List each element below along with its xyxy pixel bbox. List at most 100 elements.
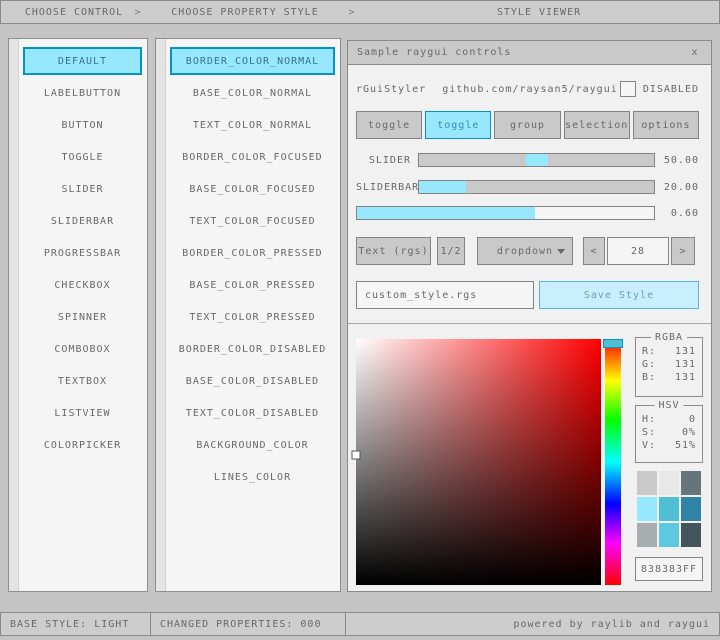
list-item-lines-color[interactable]: LINES_COLOR <box>170 463 335 491</box>
progressbar-value: 0.60 <box>655 208 699 219</box>
list-item-border-color-focused[interactable]: BORDER_COLOR_FOCUSED <box>170 143 335 171</box>
list-item-text-color-pressed[interactable]: TEXT_COLOR_PRESSED <box>170 303 335 331</box>
repo-link[interactable]: github.com/raysan5/raygui <box>442 84 618 95</box>
hsv-row-s: S: 0% <box>636 426 702 439</box>
list-item-textbox[interactable]: TEXTBOX <box>23 367 142 395</box>
properties-list-items: BORDER_COLOR_NORMAL BASE_COLOR_NORMAL TE… <box>170 47 335 495</box>
chevron-right-icon: > <box>131 1 145 23</box>
toggle-group-item-1[interactable]: toggle <box>356 111 422 139</box>
hsv-row-v: V: 51% <box>636 439 702 452</box>
list-item-base-color-disabled[interactable]: BASE_COLOR_DISABLED <box>170 367 335 395</box>
statusbar: BASE STYLE: LIGHT CHANGED PROPERTIES: 00… <box>0 612 720 636</box>
hsv-row-h: H: 0 <box>636 413 702 426</box>
s-label: S: <box>642 427 656 438</box>
progressbar-fill <box>357 207 535 219</box>
s-value: 0% <box>682 427 696 438</box>
list-item-default[interactable]: DEFAULT <box>23 47 142 75</box>
palette-swatch[interactable] <box>681 497 701 521</box>
hex-color-input[interactable]: 838383FF <box>635 557 703 581</box>
list-item-slider[interactable]: SLIDER <box>23 175 142 203</box>
palette-swatch[interactable] <box>659 497 679 521</box>
list-item-checkbox[interactable]: CHECKBOX <box>23 271 142 299</box>
topbar-choose-property-style: CHOOSE PROPERTY STYLE <box>145 1 345 23</box>
palette-swatch[interactable] <box>637 497 657 521</box>
list-item-listview[interactable]: LISTVIEW <box>23 399 142 427</box>
styler-label: rGuiStyler <box>356 84 426 95</box>
close-icon[interactable]: x <box>688 46 702 60</box>
save-style-button[interactable]: Save Style <box>539 281 699 309</box>
b-label: B: <box>642 372 656 383</box>
spinner-increment-button[interactable]: > <box>671 237 695 265</box>
list-item-border-color-normal[interactable]: BORDER_COLOR_NORMAL <box>170 47 335 75</box>
color-picker-marker[interactable] <box>353 451 360 458</box>
toggle-group-item-5[interactable]: options <box>633 111 699 139</box>
rgba-row-r: R: 131 <box>636 345 702 358</box>
list-item-toggle[interactable]: TOGGLE <box>23 143 142 171</box>
list-item-progressbar[interactable]: PROGRESSBAR <box>23 239 142 267</box>
style-color-palette <box>637 471 703 547</box>
list-item-labelbutton[interactable]: LABELBUTTON <box>23 79 142 107</box>
palette-swatch[interactable] <box>681 523 701 547</box>
disabled-checkbox[interactable] <box>620 81 636 97</box>
rgba-title: RGBA <box>651 332 687 343</box>
list-item-sliderbar[interactable]: SLIDERBAR <box>23 207 142 235</box>
list-item-base-color-normal[interactable]: BASE_COLOR_NORMAL <box>170 79 335 107</box>
color-picker-sv-area[interactable] <box>356 339 601 585</box>
slider-value: 50.00 <box>655 155 699 166</box>
list-item-base-color-pressed[interactable]: BASE_COLOR_PRESSED <box>170 271 335 299</box>
rgba-row-g: G: 131 <box>636 358 702 371</box>
list-item-background-color[interactable]: BACKGROUND_COLOR <box>170 431 335 459</box>
disabled-checkbox-label: DISABLED <box>643 84 699 95</box>
slider-handle[interactable] <box>526 154 548 166</box>
list-item-button[interactable]: BUTTON <box>23 111 142 139</box>
controls-list-items: DEFAULT LABELBUTTON BUTTON TOGGLE SLIDER… <box>23 47 142 463</box>
spinner-decrement-button[interactable]: < <box>583 237 605 265</box>
toggle-group-item-3[interactable]: group <box>494 111 560 139</box>
divider <box>348 323 711 324</box>
hsv-title: HSV <box>654 400 683 411</box>
list-item-spinner[interactable]: SPINNER <box>23 303 142 331</box>
list-item-border-color-disabled[interactable]: BORDER_COLOR_DISABLED <box>170 335 335 363</box>
hue-selector[interactable] <box>603 339 623 348</box>
list-item-colorpicker[interactable]: COLORPICKER <box>23 431 142 459</box>
properties-listview: BORDER_COLOR_NORMAL BASE_COLOR_NORMAL TE… <box>155 38 341 592</box>
topbar-choose-control: CHOOSE CONTROL <box>9 1 139 23</box>
window-content: rGuiStyler github.com/raysan5/raygui DIS… <box>348 65 711 591</box>
window-titlebar[interactable]: Sample raygui controls x <box>348 41 711 65</box>
palette-swatch[interactable] <box>637 523 657 547</box>
properties-scrollbar[interactable] <box>156 39 166 591</box>
spinner-value-box[interactable]: 28 <box>607 237 669 265</box>
list-item-text-color-normal[interactable]: TEXT_COLOR_NORMAL <box>170 111 335 139</box>
list-item-border-color-pressed[interactable]: BORDER_COLOR_PRESSED <box>170 239 335 267</box>
list-item-text-color-disabled[interactable]: TEXT_COLOR_DISABLED <box>170 399 335 427</box>
list-item-text-color-focused[interactable]: TEXT_COLOR_FOCUSED <box>170 207 335 235</box>
sample-controls-window: Sample raygui controls x rGuiStyler gith… <box>347 40 712 592</box>
h-value: 0 <box>689 414 696 425</box>
list-item-base-color-focused[interactable]: BASE_COLOR_FOCUSED <box>170 175 335 203</box>
filename-input[interactable]: custom_style.rgs <box>356 281 534 309</box>
g-value: 131 <box>675 359 696 370</box>
slider-track[interactable] <box>418 153 655 167</box>
chevron-down-icon <box>557 249 565 254</box>
chevron-right-icon: > <box>345 1 359 23</box>
palette-swatch[interactable] <box>659 471 679 495</box>
toggle-group-item-4[interactable]: selection <box>564 111 630 139</box>
topbar-style-viewer: STYLE VIEWER <box>359 1 719 23</box>
v-value: 51% <box>675 440 696 451</box>
controls-scrollbar[interactable] <box>9 39 19 591</box>
list-item-combobox[interactable]: COMBOBOX <box>23 335 142 363</box>
half-toggle-button[interactable]: 1/2 <box>437 237 465 265</box>
dropdown-box[interactable]: dropdown <box>477 237 573 265</box>
r-label: R: <box>642 346 656 357</box>
slider-label: SLIDER <box>356 155 418 166</box>
sliderbar-fill <box>419 181 466 193</box>
status-changed-properties: CHANGED PROPERTIES: 000 <box>150 612 346 636</box>
toggle-group-item-2-active[interactable]: toggle <box>425 111 491 139</box>
hue-bar[interactable] <box>605 339 621 585</box>
palette-swatch[interactable] <box>637 471 657 495</box>
sliderbar-track[interactable] <box>418 180 655 194</box>
text-rgs-button[interactable]: Text (rgs) <box>356 237 431 265</box>
palette-swatch[interactable] <box>681 471 701 495</box>
hsv-groupbox: HSV H: 0 S: 0% V: 51% <box>635 405 703 463</box>
palette-swatch[interactable] <box>659 523 679 547</box>
